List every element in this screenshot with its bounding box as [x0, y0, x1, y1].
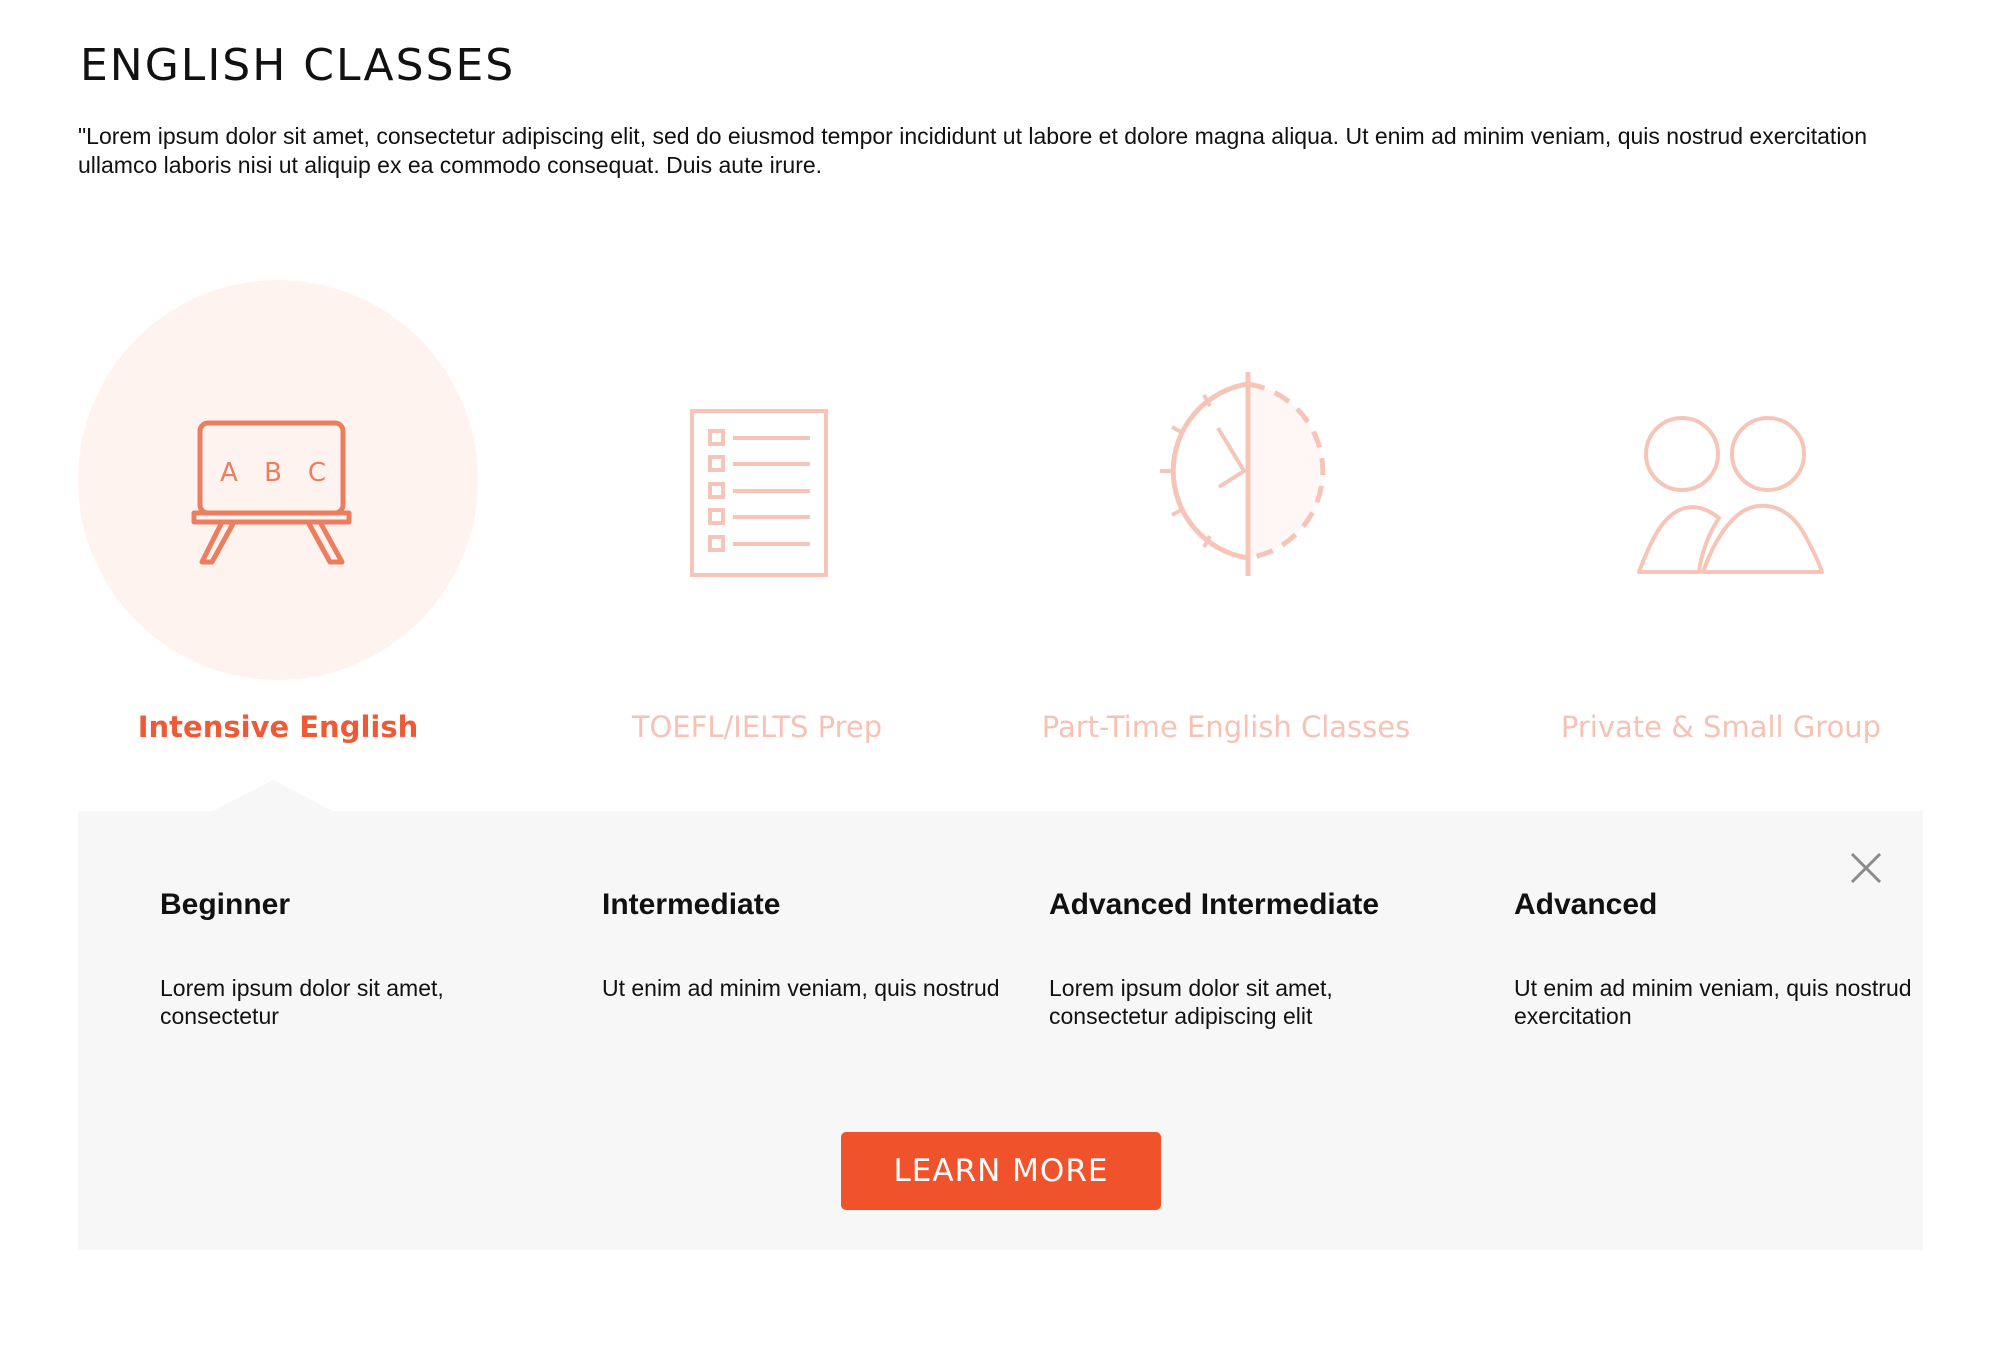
half-clock-icon	[1160, 372, 1326, 576]
tab-part-time-english-classes[interactable]: Part-Time English Classes	[1006, 280, 1446, 780]
tab-private-small-group[interactable]: Private & Small Group	[1501, 280, 1941, 780]
page-title: ENGLISH CLASSES	[80, 40, 516, 91]
level-title: Advanced Intermediate	[1049, 888, 1380, 921]
level-description: Ut enim ad minim veniam, quis nostrud	[602, 975, 1000, 1001]
level-title: Intermediate	[602, 888, 781, 921]
level-advanced: Advanced Ut enim ad minim veniam, quis n…	[1514, 888, 1912, 1029]
panel-pointer	[213, 780, 333, 811]
level-advanced-intermediate: Advanced Intermediate Lorem ipsum dolor …	[1049, 888, 1380, 1029]
two-people-icon	[1637, 416, 1824, 574]
tab-toefl-ielts-prep[interactable]: TOEFL/IELTS Prep	[537, 280, 977, 780]
board-letter: A	[220, 458, 238, 488]
level-title: Advanced	[1514, 888, 1658, 921]
level-description: Lorem ipsum dolor sit amet, consectetur …	[1049, 975, 1333, 1029]
tab-label: Part-Time English Classes	[1041, 710, 1411, 744]
level-title: Beginner	[160, 888, 291, 921]
level-intermediate: Intermediate Ut enim ad minim veniam, qu…	[602, 888, 1000, 1001]
intro-text: "Lorem ipsum dolor sit amet, consectetur…	[78, 123, 1868, 178]
tab-label: Private & Small Group	[1560, 710, 1882, 744]
tab-label: Intensive English	[137, 710, 419, 744]
tab-intensive-english[interactable]: A B C Intensive English	[58, 280, 498, 780]
learn-more-button[interactable]: LEARN MORE	[841, 1132, 1161, 1210]
checklist-icon	[690, 409, 828, 577]
level-beginner: Beginner Lorem ipsum dolor sit amet, con…	[160, 888, 444, 1029]
tab-label: TOEFL/IELTS Prep	[631, 710, 883, 744]
level-description: Ut enim ad minim veniam, quis nostrud ex…	[1514, 975, 1912, 1029]
level-description: Lorem ipsum dolor sit amet, consectetur	[160, 975, 444, 1029]
board-letter: C	[308, 458, 326, 488]
close-icon[interactable]	[1848, 850, 1884, 886]
board-letter: B	[264, 458, 282, 488]
chalkboard-abc-icon: A B C	[191, 420, 352, 565]
